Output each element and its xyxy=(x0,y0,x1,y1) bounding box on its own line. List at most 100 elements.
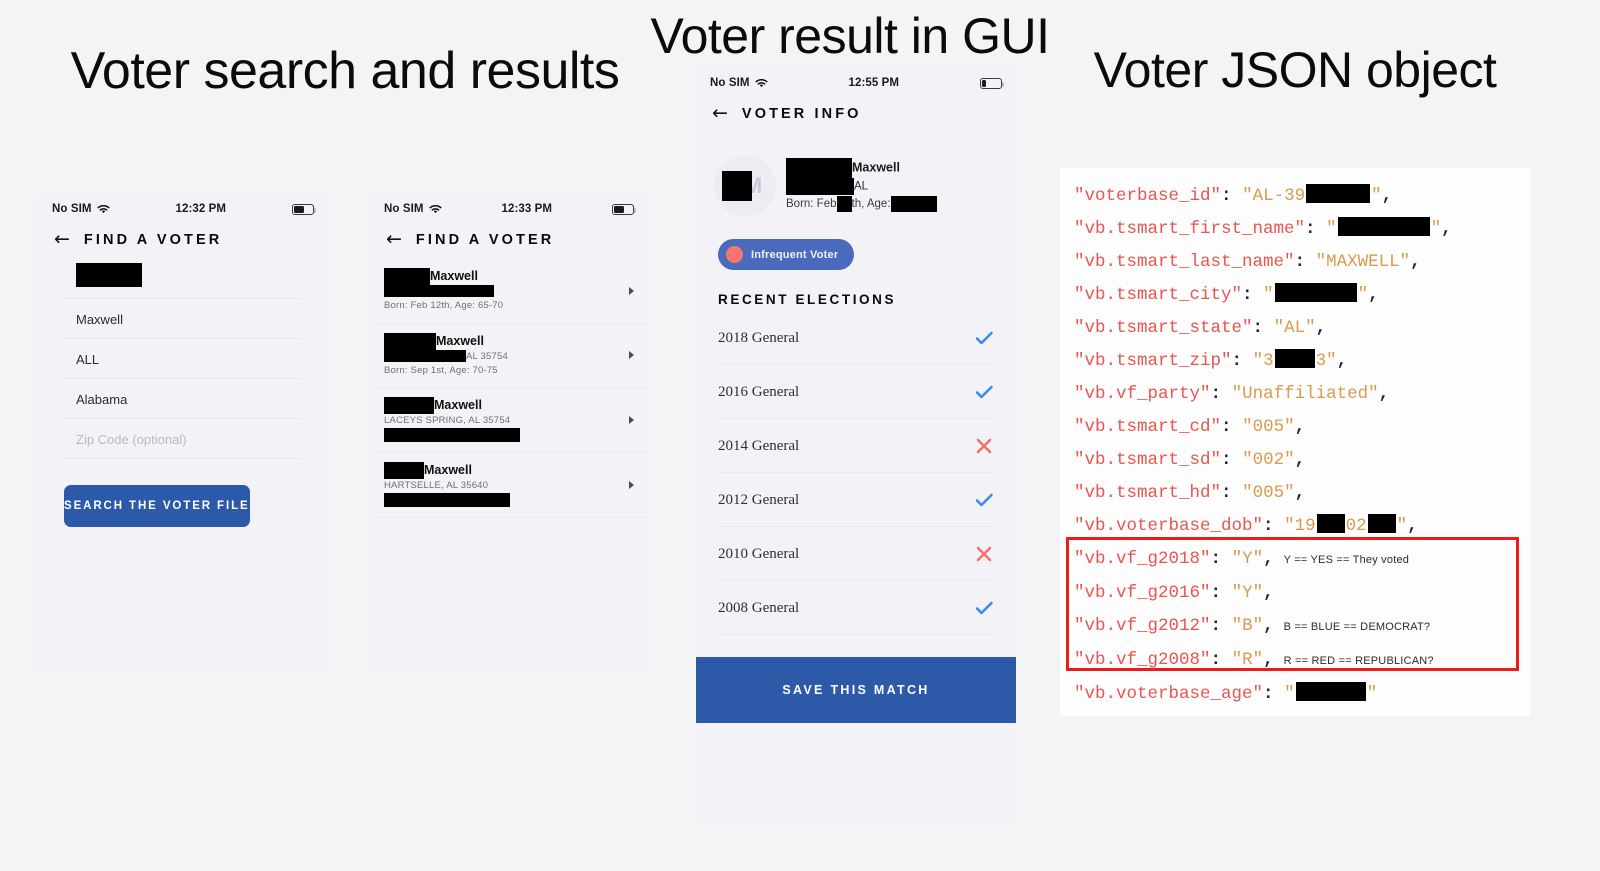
table-row[interactable]: Maxwell Born: Feb 12th, Age: 65-70 xyxy=(370,259,648,324)
clock-label: 12:33 PM xyxy=(501,203,553,215)
carrier-label: No SIM xyxy=(710,77,750,89)
chevron-right-icon[interactable] xyxy=(629,351,634,360)
voter-born-age: Born: Feb th, Age: xyxy=(786,196,998,213)
voter-city-state: AL xyxy=(786,178,998,196)
state-field[interactable]: Alabama xyxy=(64,379,302,419)
election-label: 2010 General xyxy=(718,545,800,562)
json-line-g2012: "vb.vf_g2012": "B", B == BLUE == DEMOCRAT… xyxy=(1074,616,1431,636)
check-icon xyxy=(974,490,994,510)
table-row[interactable]: Maxwell AL 35754 Born: Sep 1st, Age: 70-… xyxy=(370,324,648,388)
json-line-g2018: "vb.vf_g2018": "Y", Y == YES == They vote… xyxy=(1074,549,1410,569)
list-item: 2018 General xyxy=(718,311,994,365)
back-arrow-icon[interactable]: ← xyxy=(712,104,728,123)
election-label: 2018 General xyxy=(718,329,800,346)
battery-icon xyxy=(292,203,317,215)
x-icon xyxy=(974,436,994,456)
json-line-age: "vb.voterbase_age": " " xyxy=(1074,678,1530,711)
nav-bar: ← FIND A VOTER xyxy=(370,222,648,259)
status-bar: No SIM 12:55 PM xyxy=(696,70,1016,96)
back-arrow-icon[interactable]: ← xyxy=(386,230,402,249)
redacted-value xyxy=(384,349,466,362)
election-label: 2012 General xyxy=(718,491,800,508)
x-icon xyxy=(974,544,994,564)
redacted-value xyxy=(384,332,436,350)
redacted-value xyxy=(76,263,142,287)
table-row[interactable]: Maxwell HARTSELLE, AL 35640 xyxy=(370,453,648,519)
last-name-field[interactable]: Maxwell xyxy=(64,299,302,339)
chevron-right-icon[interactable] xyxy=(629,481,634,490)
redacted-value xyxy=(786,178,854,196)
battery-icon xyxy=(612,203,637,215)
json-line-hd: "vb.tsmart_hd": "005", xyxy=(1074,483,1306,503)
json-line-cd: "vb.tsmart_cd": "005", xyxy=(1074,417,1306,437)
json-line-g2016: "vb.vf_g2016": "Y", xyxy=(1074,583,1274,603)
heading-voter-json-object: Voter JSON object xyxy=(1093,42,1497,98)
redacted-value xyxy=(722,171,752,201)
clock-label: 12:32 PM xyxy=(175,203,227,215)
voter-extra xyxy=(384,493,621,508)
annotation-g2008: R == RED == REPUBLICAN? xyxy=(1283,655,1434,667)
save-this-match-button[interactable]: SAVE THIS MATCH xyxy=(696,657,1016,723)
wifi-icon xyxy=(96,204,110,215)
json-line-g2008: "vb.vf_g2008": "R", R == RED == REPUBLICA… xyxy=(1074,650,1434,670)
chevron-right-icon[interactable] xyxy=(629,416,634,424)
status-dot-icon xyxy=(726,246,743,263)
redacted-value xyxy=(890,196,937,213)
list-item: 2012 General xyxy=(718,473,994,527)
carrier-label: No SIM xyxy=(384,203,424,215)
election-label: 2016 General xyxy=(718,383,800,400)
heading-voter-search-and-results: Voter search and results xyxy=(70,42,620,100)
status-badge: Infrequent Voter xyxy=(718,239,855,270)
voter-address: HARTSELLE, AL 35640 xyxy=(384,480,489,492)
voter-json-panel: "voterbase_id": "AL-39 ", "vb.tsmart_firs… xyxy=(1060,168,1530,716)
redacted-value xyxy=(384,397,434,414)
json-line-zip: "vb.tsmart_zip": "3 3", xyxy=(1074,345,1530,378)
json-line-party: "vb.vf_party": "Unaffiliated", xyxy=(1074,384,1390,404)
voter-name: Maxwell xyxy=(384,462,621,480)
redacted-value xyxy=(384,493,510,508)
page-title: FIND A VOTER xyxy=(415,231,555,248)
redacted-value xyxy=(384,462,424,480)
voter-address: AL 35754 xyxy=(384,349,621,364)
status-bar: No SIM 12:32 PM xyxy=(38,196,328,222)
json-line-last-name: "vb.tsmart_last_name": "MAXWELL", xyxy=(1074,252,1421,272)
voter-name: Maxwell xyxy=(384,397,621,414)
first-name-field[interactable] xyxy=(64,259,302,299)
voter-name: Maxwell xyxy=(786,158,998,179)
phone-voter-info: No SIM 12:55 PM ← VOTER INFO M Maxwell A… xyxy=(696,70,1016,822)
redacted-value xyxy=(836,196,852,213)
voter-address xyxy=(384,285,621,299)
redacted-value xyxy=(384,428,520,443)
district-field[interactable]: ALL xyxy=(64,339,302,379)
list-item: 2010 General xyxy=(718,527,994,581)
page-title: VOTER INFO xyxy=(741,105,862,122)
list-item: 2016 General xyxy=(718,365,994,419)
status-badge-label: Infrequent Voter xyxy=(751,248,839,261)
json-line-first-name: "vb.tsmart_first_name": " ", xyxy=(1074,213,1530,246)
voter-extra xyxy=(384,428,621,443)
redacted-value xyxy=(384,285,494,298)
page-title: FIND A VOTER xyxy=(83,231,223,248)
search-the-voter-file-button[interactable]: SEARCH THE VOTER FILE xyxy=(64,485,250,527)
status-bar: No SIM 12:33 PM xyxy=(370,196,648,222)
json-line-city: "vb.tsmart_city": " ", xyxy=(1074,279,1530,312)
annotation-g2012: B == BLUE == DEMOCRAT? xyxy=(1283,621,1431,633)
phone-voter-results: No SIM 12:33 PM ← FIND A VOTER Maxwell B… xyxy=(370,196,648,672)
nav-bar: ← FIND A VOTER xyxy=(38,222,328,259)
voter-summary: M Maxwell AL Born: Feb th, Age: xyxy=(696,133,1016,225)
election-label: 2014 General xyxy=(718,437,800,454)
zip-code-field[interactable]: Zip Code (optional) xyxy=(64,419,302,459)
redacted-value xyxy=(786,158,852,179)
table-row[interactable]: Maxwell LACEYS SPRING, AL 35754 xyxy=(370,388,648,454)
avatar: M xyxy=(714,155,776,217)
recent-elections-label: RECENT ELECTIONS xyxy=(718,292,897,307)
check-icon xyxy=(974,598,994,618)
voter-born-age: Born: Feb 12th, Age: 65-70 xyxy=(384,300,504,312)
back-arrow-icon[interactable]: ← xyxy=(54,230,70,249)
carrier-label: No SIM xyxy=(52,203,92,215)
wifi-icon xyxy=(428,204,442,215)
heading-voter-result-in-gui: Voter result in GUI xyxy=(650,8,1051,64)
annotation-g2018: Y == YES == They voted xyxy=(1283,554,1410,566)
voter-name: Maxwell xyxy=(384,332,621,350)
chevron-right-icon[interactable] xyxy=(629,286,634,295)
